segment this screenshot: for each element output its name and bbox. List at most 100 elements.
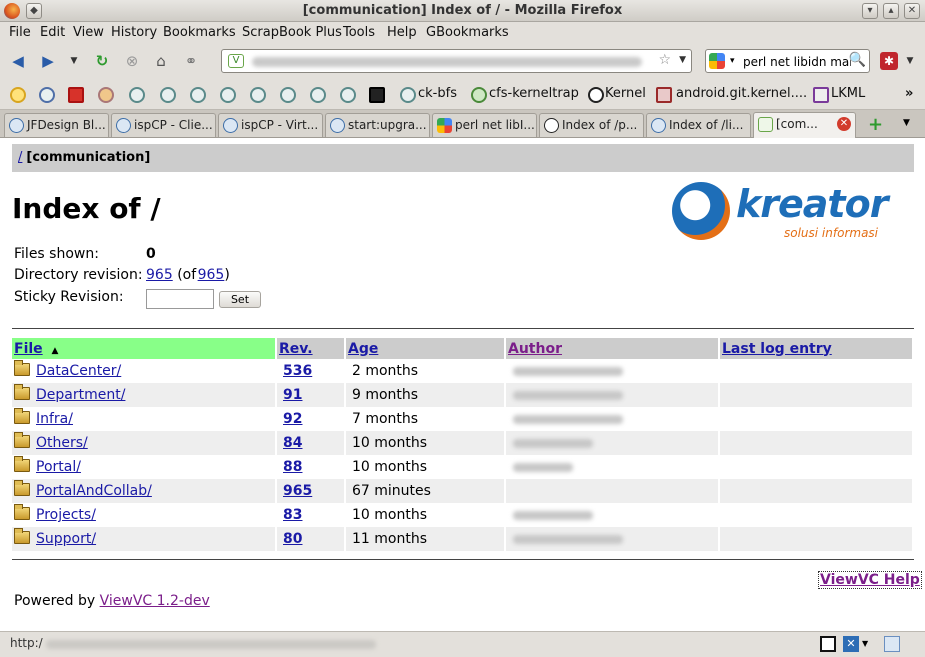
bookmark-leaf-icon[interactable] bbox=[471, 87, 487, 103]
maximize-button[interactable]: ▴ bbox=[883, 3, 899, 19]
bookmark-tux-icon[interactable] bbox=[588, 87, 604, 103]
search-input[interactable] bbox=[743, 53, 851, 70]
sort-by-age-link[interactable]: Age bbox=[348, 341, 378, 357]
new-tab-button[interactable]: + bbox=[868, 114, 883, 135]
reload-button[interactable]: ↻ bbox=[92, 52, 112, 70]
folder-link[interactable]: PortalAndCollab/ bbox=[36, 483, 152, 499]
forward-button[interactable]: ▶ bbox=[38, 52, 58, 70]
revision-link[interactable]: 536 bbox=[283, 363, 312, 379]
bookmark-os-icon[interactable] bbox=[68, 87, 84, 103]
directory-revision-link[interactable]: 965 bbox=[146, 267, 173, 283]
url-dropdown-icon[interactable]: ▼ bbox=[679, 55, 686, 65]
sort-by-rev-link[interactable]: Rev. bbox=[279, 341, 313, 357]
bookmark-lkml[interactable]: LKML bbox=[831, 86, 865, 101]
tab-perl-net-libidn[interactable]: perl net libI... bbox=[432, 113, 537, 137]
bookmark-site-icon[interactable] bbox=[250, 87, 266, 103]
viewvc-help-link[interactable]: ViewVC Help bbox=[818, 571, 922, 589]
revision-link[interactable]: 91 bbox=[283, 387, 302, 403]
bookmark-android-git[interactable]: android.git.kernel.... bbox=[676, 86, 807, 101]
sticky-revision-input[interactable] bbox=[146, 289, 214, 309]
close-tab-icon[interactable]: ✕ bbox=[837, 117, 851, 131]
bookmark-face-icon[interactable] bbox=[98, 87, 114, 103]
status-network-icon[interactable]: ✕ bbox=[843, 636, 859, 652]
folder-link[interactable]: Infra/ bbox=[36, 411, 73, 427]
menu-bookmarks[interactable]: Bookmarks bbox=[163, 25, 236, 40]
status-sidebar-icon[interactable] bbox=[884, 636, 900, 652]
sort-by-file-link[interactable]: File bbox=[14, 341, 43, 357]
folder-link[interactable]: Portal/ bbox=[36, 459, 81, 475]
revision-link[interactable]: 80 bbox=[283, 531, 302, 547]
menu-tools[interactable]: Tools bbox=[343, 25, 375, 40]
menu-gbookmarks[interactable]: GBookmarks bbox=[426, 25, 509, 40]
tab-index-p[interactable]: Index of /p... bbox=[539, 113, 644, 137]
site-identity-icon[interactable]: V bbox=[228, 54, 244, 68]
folder-link[interactable]: DataCenter/ bbox=[36, 363, 121, 379]
sort-by-author-link[interactable]: Author bbox=[508, 341, 562, 357]
bookmark-site-icon[interactable] bbox=[280, 87, 296, 103]
tab-ispcp-virtual[interactable]: ispCP - Virt... bbox=[218, 113, 323, 137]
bookmark-feather-icon[interactable] bbox=[39, 87, 55, 103]
link-icon[interactable]: ⚭ bbox=[181, 52, 201, 70]
folder-link[interactable]: Others/ bbox=[36, 435, 88, 451]
bookmark-star-icon[interactable]: ☆ bbox=[658, 52, 671, 68]
bookmark-site-icon[interactable] bbox=[340, 87, 356, 103]
bookmark-site-icon[interactable] bbox=[220, 87, 236, 103]
bookmark-site-icon[interactable] bbox=[400, 87, 416, 103]
folder-link[interactable]: Projects/ bbox=[36, 507, 96, 523]
tab-list-dropdown-icon[interactable]: ▼ bbox=[903, 118, 910, 128]
bookmark-lkml-icon[interactable] bbox=[813, 87, 829, 103]
back-button[interactable]: ◀ bbox=[8, 52, 28, 70]
home-button[interactable]: ⌂ bbox=[151, 52, 171, 70]
revision-link[interactable]: 83 bbox=[283, 507, 302, 523]
menu-history[interactable]: History bbox=[111, 25, 157, 40]
revision-link[interactable]: 88 bbox=[283, 459, 302, 475]
google-icon[interactable] bbox=[709, 53, 725, 69]
addon-icon[interactable]: ✱ bbox=[880, 52, 898, 70]
menu-file[interactable]: File bbox=[9, 25, 31, 40]
bookmark-site-icon[interactable] bbox=[190, 87, 206, 103]
tab-ispcp-client[interactable]: ispCP - Clie... bbox=[111, 113, 216, 137]
tab-index-li[interactable]: Index of /li... bbox=[646, 113, 751, 137]
minimize-button[interactable]: ▾ bbox=[862, 3, 878, 19]
url-bar[interactable]: V ☆ ▼ bbox=[221, 49, 692, 73]
search-engine-dropdown-icon[interactable]: ▾ bbox=[730, 56, 735, 66]
sort-by-log-link[interactable]: Last log entry bbox=[722, 341, 832, 357]
bookmark-site-icon[interactable] bbox=[160, 87, 176, 103]
bookmark-site-icon[interactable] bbox=[310, 87, 326, 103]
set-button[interactable]: Set bbox=[219, 291, 261, 308]
menu-view[interactable]: View bbox=[73, 25, 104, 40]
viewvc-version-link[interactable]: ViewVC 1.2-dev bbox=[100, 593, 210, 609]
revision-link[interactable]: 84 bbox=[283, 435, 302, 451]
root-path-link[interactable]: / bbox=[18, 150, 22, 165]
menu-edit[interactable]: Edit bbox=[40, 25, 65, 40]
bookmark-cfs-kerneltrap[interactable]: cfs-kerneltrap bbox=[489, 86, 579, 101]
bookmark-sun-icon[interactable] bbox=[10, 87, 26, 103]
tab-label: Index of /li... bbox=[669, 118, 744, 132]
latest-revision-link[interactable]: 965 bbox=[198, 267, 225, 283]
bookmarks-overflow-chevron[interactable]: » bbox=[905, 86, 913, 101]
tab-jfdesign[interactable]: JFDesign Bl... bbox=[4, 113, 109, 137]
menu-scrapbook[interactable]: ScrapBook Plus bbox=[242, 25, 342, 40]
close-window-button[interactable]: ✕ bbox=[904, 3, 920, 19]
folder-link[interactable]: Department/ bbox=[36, 387, 125, 403]
table-row: Infra/ 92 7 months bbox=[12, 407, 914, 431]
search-bar[interactable]: ▾ 🔍 bbox=[705, 49, 870, 73]
search-icon[interactable]: 🔍 bbox=[849, 52, 866, 68]
page-content: / [communication] Index of / kreator solu… bbox=[0, 138, 925, 631]
bookmark-kernel[interactable]: Kernel bbox=[605, 86, 646, 101]
status-addon-icon[interactable] bbox=[820, 636, 836, 652]
history-dropdown-icon[interactable]: ▼ bbox=[64, 52, 84, 70]
folder-link[interactable]: Support/ bbox=[36, 531, 96, 547]
revision-link[interactable]: 965 bbox=[283, 483, 312, 499]
addon-dropdown-icon[interactable]: ▼ bbox=[900, 52, 920, 70]
stop-button[interactable]: ⊗ bbox=[122, 52, 142, 70]
tab-communication[interactable]: [com... ✕ bbox=[753, 112, 856, 138]
bookmark-kde-icon[interactable] bbox=[369, 87, 385, 103]
revision-link[interactable]: 92 bbox=[283, 411, 302, 427]
bookmark-globe-icon[interactable] bbox=[129, 87, 145, 103]
menu-help[interactable]: Help bbox=[387, 25, 417, 40]
bookmark-git-icon[interactable] bbox=[656, 87, 672, 103]
tab-start-upgrade[interactable]: start:upgra... bbox=[325, 113, 430, 137]
status-dropdown-icon[interactable]: ▼ bbox=[862, 636, 878, 652]
bookmark-ck-bfs[interactable]: ck-bfs bbox=[418, 86, 457, 101]
